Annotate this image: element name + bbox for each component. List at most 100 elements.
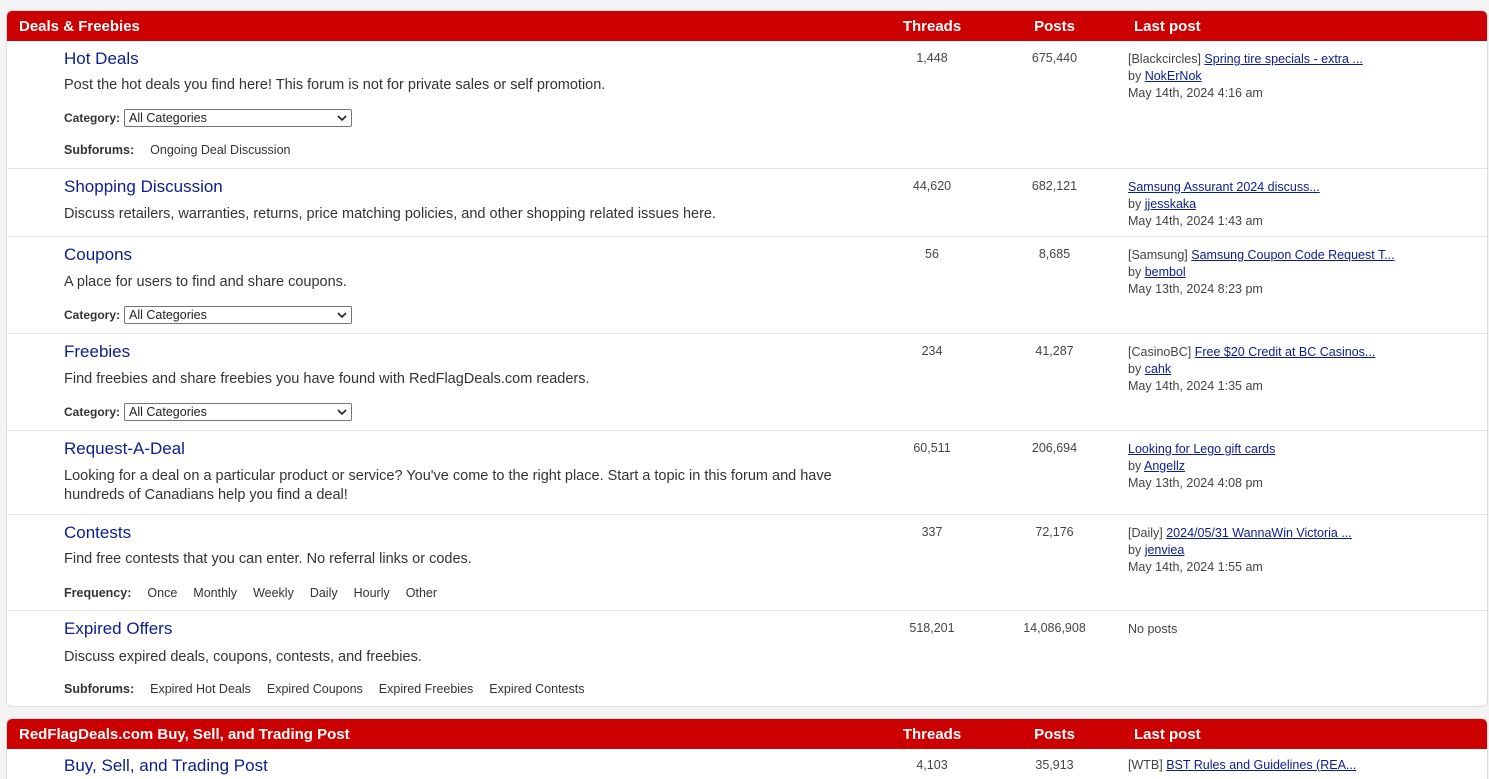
section-title: RedFlagDeals.com Buy, Sell, and Trading … xyxy=(19,725,350,743)
thread-count: 337 xyxy=(921,525,943,539)
thread-count: 518,201 xyxy=(909,621,955,635)
forum-row-contests: Contests Find free contests that you can… xyxy=(7,515,1487,611)
last-post-date: May 13th, 2024 8:23 pm xyxy=(1128,282,1263,296)
frequency-link-once[interactable]: Once xyxy=(147,586,177,600)
last-post: [WTB] BST Rules and Guidelines (REA... xyxy=(1128,757,1478,774)
thread-count: 234 xyxy=(921,344,943,358)
last-post-user[interactable]: jenviea xyxy=(1145,543,1185,557)
forum-title-hot-deals[interactable]: Hot Deals xyxy=(64,49,139,69)
by-label: by xyxy=(1128,459,1142,473)
thread-count: 44,620 xyxy=(912,179,952,193)
last-post-link[interactable]: Samsung Assurant 2024 discuss... xyxy=(1128,180,1320,194)
by-label: by xyxy=(1128,362,1142,376)
no-posts-text: No posts xyxy=(1128,622,1178,636)
last-post-tag: [CasinoBC] xyxy=(1128,345,1192,359)
last-post-date: May 14th, 2024 1:55 am xyxy=(1128,560,1263,574)
forum-row-expired-offers: Expired Offers Discuss expired deals, co… xyxy=(7,611,1487,706)
threads-column-header: Threads xyxy=(902,17,962,35)
forum-description: Discuss expired deals, coupons, contests… xyxy=(64,649,422,665)
chevron-down-icon xyxy=(337,409,347,416)
forum-row-coupons: Coupons A place for users to find and sh… xyxy=(7,237,1487,334)
forum-row-buy-sell-trading-post: Buy, Sell, and Trading Post 4,103 35,913… xyxy=(7,749,1487,779)
category-select[interactable]: All Categories xyxy=(124,306,353,324)
last-post-user[interactable]: bembol xyxy=(1145,265,1186,279)
frequency-link-weekly[interactable]: Weekly xyxy=(253,586,294,600)
frequency-link-monthly[interactable]: Monthly xyxy=(193,586,237,600)
by-label: by xyxy=(1128,265,1142,279)
last-post-link[interactable]: 2024/05/31 WannaWin Victoria ... xyxy=(1166,526,1352,540)
last-post-tag: [WTB] xyxy=(1128,758,1163,772)
subforum-link-expired-contests[interactable]: Expired Contests xyxy=(489,682,584,696)
category-label: Category: xyxy=(64,111,121,125)
last-post-tag: [Blackcircles] xyxy=(1128,52,1201,66)
thread-count: 60,511 xyxy=(913,441,951,455)
subforums-row: Subforums: Ongoing Deal Discussion xyxy=(64,143,307,157)
forum-title-coupons[interactable]: Coupons xyxy=(64,245,132,265)
last-post: [CasinoBC] Free $20 Credit at BC Casinos… xyxy=(1128,344,1478,395)
last-post-date: May 13th, 2024 4:08 pm xyxy=(1128,476,1263,490)
post-count: 682,121 xyxy=(1031,179,1078,193)
last-post: [Daily] 2024/05/31 WannaWin Victoria ...… xyxy=(1128,525,1478,576)
chevron-down-icon xyxy=(337,312,347,319)
last-post-link[interactable]: Free $20 Credit at BC Casinos... xyxy=(1195,345,1376,359)
post-count: 675,440 xyxy=(1031,51,1078,65)
last-post-tag: [Samsung] xyxy=(1128,248,1188,262)
subforum-link-expired-coupons[interactable]: Expired Coupons xyxy=(267,682,363,696)
category-select-value: All Categories xyxy=(129,405,207,419)
category-filter: Category: All Categories xyxy=(64,403,353,421)
forum-title-shopping-discussion[interactable]: Shopping Discussion xyxy=(64,177,223,197)
last-post: Looking for Lego gift cards by Angellz M… xyxy=(1128,441,1478,492)
forum-title-expired-offers[interactable]: Expired Offers xyxy=(64,619,172,639)
chevron-down-icon xyxy=(337,115,347,122)
frequency-link-other[interactable]: Other xyxy=(406,586,437,600)
frequency-label: Frequency: xyxy=(64,586,132,600)
post-count: 14,086,908 xyxy=(1023,621,1086,635)
forum-description: Discuss retailers, warranties, returns, … xyxy=(64,206,717,222)
last-post-link[interactable]: Looking for Lego gift cards xyxy=(1128,442,1275,456)
forum-description: Post the hot deals you find here! This f… xyxy=(64,77,606,93)
subforums-label: Subforums: xyxy=(64,682,135,696)
last-post-user[interactable]: cahk xyxy=(1145,362,1171,376)
category-label: Category: xyxy=(64,405,121,419)
subforum-link[interactable]: Ongoing Deal Discussion xyxy=(150,143,290,157)
forum-description: Find free contests that you can enter. N… xyxy=(64,551,472,567)
last-post-user[interactable]: jjesskaka xyxy=(1145,197,1196,211)
post-count: 72,176 xyxy=(1035,525,1074,539)
frequency-link-hourly[interactable]: Hourly xyxy=(354,586,390,600)
last-post: Samsung Assurant 2024 discuss... by jjes… xyxy=(1128,179,1478,230)
forum-description: Looking for a deal on a particular produ… xyxy=(64,468,832,503)
subforums-label: Subforums: xyxy=(64,143,135,157)
forum-description: A place for users to find and share coup… xyxy=(64,274,347,290)
last-post-user[interactable]: NokErNok xyxy=(1145,69,1202,83)
forum-title-buy-sell-trading-post[interactable]: Buy, Sell, and Trading Post xyxy=(64,756,268,776)
buy-sell-trading-section: RedFlagDeals.com Buy, Sell, and Trading … xyxy=(6,718,1488,779)
last-post-link[interactable]: Spring tire specials - extra ... xyxy=(1204,52,1362,66)
subforums-row: Subforums: Expired Hot Deals Expired Cou… xyxy=(64,682,600,696)
category-filter: Category: All Categories xyxy=(64,306,353,324)
by-label: by xyxy=(1128,69,1142,83)
forum-title-freebies[interactable]: Freebies xyxy=(64,342,130,362)
category-select[interactable]: All Categories xyxy=(124,109,353,127)
thread-count: 1,448 xyxy=(916,51,948,65)
forum-title-request-a-deal[interactable]: Request-A-Deal xyxy=(64,439,185,459)
forum-row-hot-deals: Hot Deals Post the hot deals you find he… xyxy=(7,41,1487,169)
last-post-link[interactable]: BST Rules and Guidelines (REA... xyxy=(1166,758,1356,772)
posts-column-header: Posts xyxy=(1034,17,1075,35)
by-label: by xyxy=(1128,197,1142,211)
last-post: No posts xyxy=(1128,621,1478,638)
subforum-link-expired-hot-deals[interactable]: Expired Hot Deals xyxy=(150,682,251,696)
post-count: 206,694 xyxy=(1031,441,1078,455)
thread-count: 56 xyxy=(925,247,939,261)
subforum-link-expired-freebies[interactable]: Expired Freebies xyxy=(379,682,474,696)
frequency-row: Frequency: Once Monthly Weekly Daily Hou… xyxy=(64,586,453,600)
forum-title-contests[interactable]: Contests xyxy=(64,523,131,543)
category-select[interactable]: All Categories xyxy=(124,403,353,421)
posts-column-header: Posts xyxy=(1034,725,1075,743)
last-post: [Blackcircles] Spring tire specials - ex… xyxy=(1128,51,1478,102)
frequency-link-daily[interactable]: Daily xyxy=(310,586,338,600)
last-post-user[interactable]: Angellz xyxy=(1144,459,1185,473)
post-count: 35,913 xyxy=(1035,758,1074,772)
category-select-value: All Categories xyxy=(129,308,207,322)
last-post-link[interactable]: Samsung Coupon Code Request T... xyxy=(1191,248,1394,262)
deals-freebies-section: Deals & Freebies Threads Posts Last post… xyxy=(6,10,1488,707)
